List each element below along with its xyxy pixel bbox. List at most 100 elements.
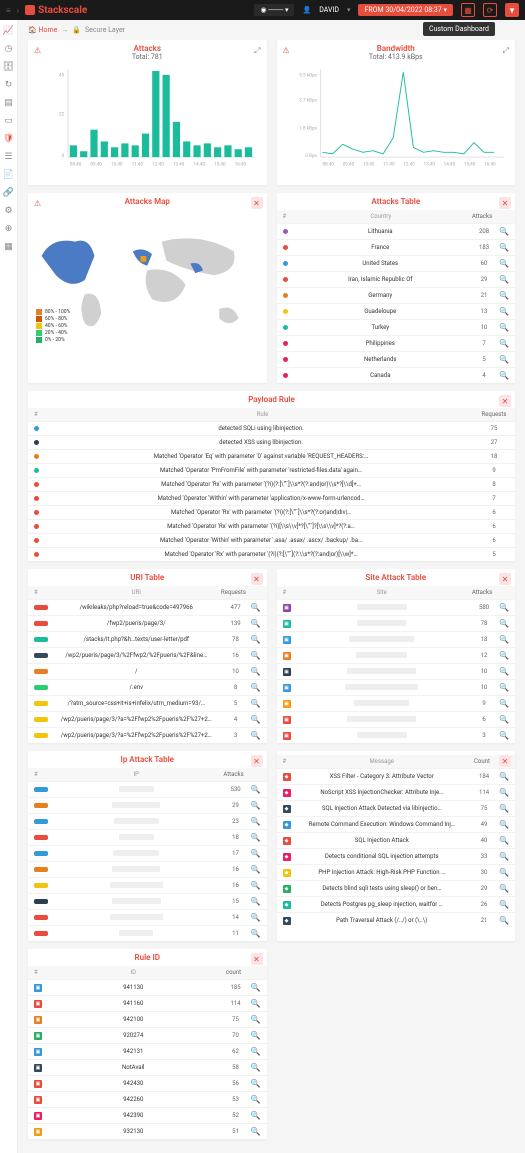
search-icon[interactable]: 🔍	[251, 667, 261, 676]
search-icon[interactable]: 🔍	[499, 259, 509, 268]
search-icon[interactable]: 🔍	[251, 731, 261, 740]
sidebar-link-icon[interactable]: 🔗	[4, 188, 14, 198]
table-row: /?atm_source=css+it+is+infelix/utm_mediu…	[28, 695, 267, 711]
search-icon[interactable]: 🔍	[499, 884, 509, 893]
search-icon[interactable]: 🔍	[251, 817, 261, 826]
search-icon[interactable]: 🔍	[251, 651, 261, 660]
search-icon[interactable]: 🔍	[499, 291, 509, 300]
search-icon[interactable]: 🔍	[251, 1031, 261, 1040]
search-icon[interactable]: 🔍	[499, 772, 509, 781]
search-icon[interactable]: 🔍	[251, 603, 261, 612]
search-icon[interactable]: 🔍	[499, 323, 509, 332]
attacks-table-card: ✕ Attacks Table #CountryAttacks Lithuani…	[277, 193, 516, 383]
search-icon[interactable]: 🔍	[251, 1015, 261, 1024]
table-row: ▣92027470🔍	[28, 1027, 267, 1043]
search-icon[interactable]: 🔍	[251, 849, 261, 858]
search-icon[interactable]: 🔍	[251, 983, 261, 992]
grid-view-button[interactable]: ▦	[461, 3, 475, 17]
sidebar-settings-icon[interactable]: ⚙	[4, 206, 14, 216]
date-from[interactable]: FROM 30/04/2022 08:37 ▾	[358, 4, 453, 16]
col-id: ID	[48, 969, 219, 976]
search-icon[interactable]: 🔍	[499, 699, 509, 708]
table-row: ▣9🔍	[277, 695, 516, 711]
search-icon[interactable]: 🔍	[499, 900, 509, 909]
search-icon[interactable]: 🔍	[499, 804, 509, 813]
sidebar-chart-icon[interactable]: ▭	[4, 116, 14, 126]
col-requests: Requests	[479, 411, 509, 418]
attacks-map-card: ⚠ ✕ Attacks Map 80% - 100%60% - 80%40%	[28, 193, 267, 383]
search-icon[interactable]: 🔍	[499, 788, 509, 797]
search-icon[interactable]: 🔍	[251, 1111, 261, 1120]
table-row: ▣NotAvail58🔍	[28, 1059, 267, 1075]
logo-icon	[25, 5, 35, 15]
sidebar-list-icon[interactable]: ☰	[4, 152, 14, 162]
search-icon[interactable]: 🔍	[499, 916, 509, 925]
attacks-chart-card: ⚠ ⤢ Attacks Total: 781 45 22 0 08:4009:4…	[28, 40, 267, 185]
sidebar-shield-icon[interactable]: 🛡	[4, 134, 14, 144]
search-icon[interactable]: 🔍	[499, 355, 509, 364]
sidebar-layers-icon[interactable]: ▤	[4, 98, 14, 108]
search-icon[interactable]: 🔍	[499, 371, 509, 380]
search-icon[interactable]: 🔍	[251, 865, 261, 874]
search-icon[interactable]: 🔍	[499, 619, 509, 628]
search-icon[interactable]: 🔍	[499, 339, 509, 348]
search-icon[interactable]: 🔍	[499, 227, 509, 236]
search-icon[interactable]: 🔍	[499, 603, 509, 612]
search-icon[interactable]: 🔍	[251, 1063, 261, 1072]
search-icon[interactable]: 🔍	[499, 715, 509, 724]
search-icon[interactable]: 🔍	[251, 913, 261, 922]
sidebar-logs-icon[interactable]: ▦	[4, 242, 14, 252]
bandwidth-chart-card: ⚠ ⤢ Bandwidth Total: 413.9 kBps 5.5 kBps…	[277, 40, 516, 185]
sidebar-report-icon[interactable]: 📄	[4, 170, 14, 180]
search-icon[interactable]: 🔍	[499, 651, 509, 660]
chevron-right-icon: ›	[17, 6, 19, 15]
breadcrumb-current: Secure Layer	[85, 26, 125, 34]
search-icon[interactable]: 🔍	[251, 1047, 261, 1056]
org-selector[interactable]: ◉ ─── ▾	[254, 4, 294, 16]
menu-icon[interactable]: ≡	[6, 6, 11, 15]
search-icon[interactable]: 🔍	[251, 833, 261, 842]
search-icon[interactable]: 🔍	[499, 275, 509, 284]
uri-table-card: ✕ URI Table #URIRequests /wikileaks/php?…	[28, 569, 267, 743]
attacks-chart: 45 22 0 08:4009:4010:4011:4012:4013:4014…	[48, 69, 259, 171]
refresh-button[interactable]: ⟳	[483, 3, 497, 17]
search-icon[interactable]: 🔍	[251, 801, 261, 810]
search-icon[interactable]: 🔍	[251, 619, 261, 628]
sidebar-tag-icon[interactable]: ⊕	[4, 224, 14, 234]
sidebar-activity-icon[interactable]: 📈	[4, 26, 14, 36]
search-icon[interactable]: 🔍	[251, 1079, 261, 1088]
table-row: 18🔍	[28, 829, 267, 845]
search-icon[interactable]: 🔍	[251, 699, 261, 708]
search-icon[interactable]: 🔍	[499, 683, 509, 692]
search-icon[interactable]: 🔍	[499, 243, 509, 252]
search-icon[interactable]: 🔍	[499, 667, 509, 676]
sidebar-database-icon[interactable]: 🗄	[4, 62, 14, 72]
search-icon[interactable]: 🔍	[499, 635, 509, 644]
search-icon[interactable]: 🔍	[251, 1095, 261, 1104]
search-icon[interactable]: 🔍	[251, 683, 261, 692]
search-icon[interactable]: 🔍	[251, 715, 261, 724]
search-icon[interactable]: 🔍	[499, 836, 509, 845]
search-icon[interactable]: 🔍	[251, 929, 261, 938]
search-icon[interactable]: 🔍	[251, 881, 261, 890]
close-icon[interactable]: ✕	[499, 755, 511, 767]
search-icon[interactable]: 🔍	[499, 731, 509, 740]
search-icon[interactable]: 🔍	[499, 852, 509, 861]
search-icon[interactable]: 🔍	[251, 635, 261, 644]
table-row: /wp2/pueris/page/3/%2Ffwp2/%2Fpueris/%2F…	[28, 647, 267, 663]
payload-title: Payload Rule	[32, 395, 511, 404]
breadcrumb-home[interactable]: 🏠 Home	[28, 26, 57, 34]
svg-text:3.7 kBps: 3.7 kBps	[299, 97, 317, 103]
sidebar-reload-icon[interactable]: ↻	[4, 80, 14, 90]
search-icon[interactable]: 🔍	[251, 785, 261, 794]
search-icon[interactable]: 🔍	[499, 307, 509, 316]
filter-button[interactable]: ▼	[505, 3, 519, 17]
user-name[interactable]: DAVID	[319, 6, 339, 14]
search-icon[interactable]: 🔍	[251, 999, 261, 1008]
search-icon[interactable]: 🔍	[251, 1127, 261, 1136]
svg-text:16:40: 16:40	[235, 161, 247, 167]
search-icon[interactable]: 🔍	[499, 820, 509, 829]
search-icon[interactable]: 🔍	[251, 897, 261, 906]
sidebar-dashboard-icon[interactable]: ◷	[4, 44, 14, 54]
search-icon[interactable]: 🔍	[499, 868, 509, 877]
